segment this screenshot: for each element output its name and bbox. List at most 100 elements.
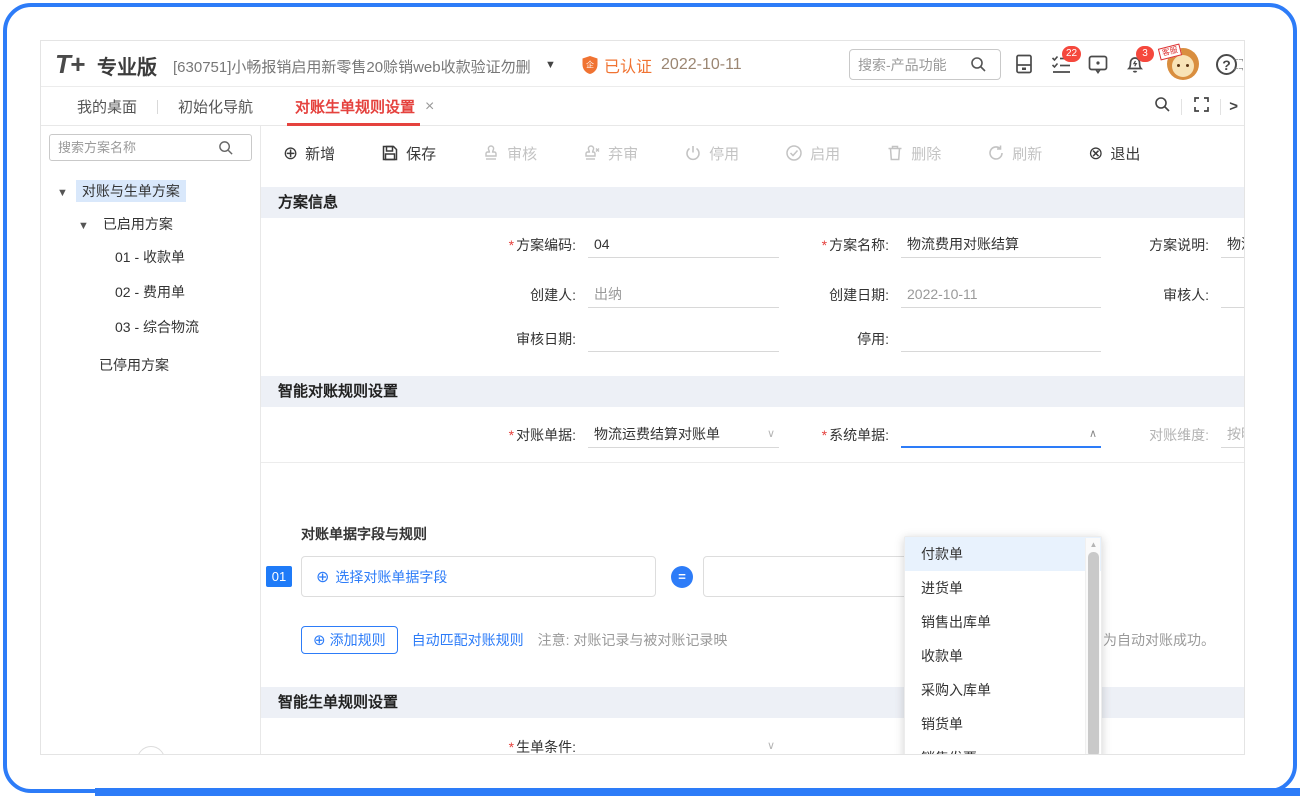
- sidebar-collapse-button[interactable]: [137, 746, 165, 755]
- refresh-icon: [987, 144, 1005, 162]
- field-label: 停用:: [769, 326, 889, 352]
- notification-bell-icon[interactable]: 3: [1124, 53, 1146, 75]
- caret-down-icon[interactable]: ▼: [78, 220, 89, 232]
- message-icon[interactable]: [1087, 53, 1109, 75]
- add-rule-row: ⊕添加规则 自动匹配对账规则 注意: 对账记录与被对账记录映: [301, 626, 727, 654]
- stamp-x-icon: [583, 144, 601, 162]
- section-recon-rules-title: 智能对账规则设置: [261, 376, 1245, 407]
- equals-operator-icon[interactable]: =: [671, 566, 693, 588]
- main-content: ⊕新增 保存 审核 弃审 停用 启用 删: [261, 126, 1245, 755]
- dropdown-option[interactable]: 进货单: [905, 571, 1101, 605]
- save-button[interactable]: 保存: [381, 143, 436, 164]
- tab-close-icon[interactable]: ×: [425, 98, 434, 116]
- cert-date: 2022-10-11: [661, 56, 742, 74]
- tree-label[interactable]: 对账与生单方案: [76, 180, 186, 202]
- field-label: 对账单据:: [466, 422, 576, 448]
- search-icon[interactable]: [970, 56, 987, 73]
- add-button[interactable]: ⊕新增: [283, 143, 335, 164]
- dropdown-option[interactable]: 付款单: [905, 537, 1101, 571]
- product-search-box[interactable]: [849, 49, 1001, 80]
- dropdown-option[interactable]: 销售出库单: [905, 605, 1101, 639]
- pick-field-link[interactable]: ⊕选择对账单据字段: [316, 567, 447, 587]
- tree-node-enabled-plans[interactable]: ▼ 已启用方案: [78, 211, 179, 237]
- field-label: 方案编码:: [466, 232, 576, 258]
- todo-count-badge: 22: [1062, 46, 1081, 62]
- mascot-eye: [1186, 64, 1189, 67]
- creator-field: 出纳: [588, 282, 779, 308]
- plan-search-input[interactable]: [58, 140, 218, 155]
- disable-button[interactable]: 停用: [684, 143, 739, 164]
- add-rule-button[interactable]: ⊕添加规则: [301, 626, 398, 654]
- dropdown-option[interactable]: 收款单: [905, 639, 1101, 673]
- tree-label[interactable]: 已停用方案: [93, 354, 175, 376]
- dropdown-scrollbar[interactable]: ▲ ▼: [1085, 538, 1100, 755]
- unaudit-button[interactable]: 弃审: [583, 143, 638, 164]
- tab-search-icon[interactable]: [1151, 96, 1173, 118]
- cert-status: 已认证: [604, 53, 652, 77]
- tree-label[interactable]: 03 - 综合物流: [109, 316, 205, 338]
- gen-condition-select[interactable]: ∨: [588, 734, 779, 755]
- recon-doc-select[interactable]: 物流运费结算对账单∨: [588, 422, 779, 448]
- field-label: 审核人:: [1089, 282, 1209, 308]
- tab-bar: 我的桌面 初始化导航 对账生单规则设置 × >: [41, 87, 1244, 126]
- create-date-field: 2022-10-11: [901, 282, 1101, 308]
- enable-button[interactable]: 启用: [785, 143, 840, 164]
- trash-icon: [886, 144, 904, 162]
- dropdown-option[interactable]: 销货单: [905, 707, 1101, 741]
- system-doc-select[interactable]: ∧: [901, 422, 1101, 448]
- recon-field-picker[interactable]: ⊕选择对账单据字段: [301, 556, 656, 597]
- dropdown-option[interactable]: 销售发票: [905, 741, 1101, 755]
- workbench-icon[interactable]: [1013, 53, 1035, 75]
- rule-note-right: 为自动对账成功。: [1103, 630, 1215, 650]
- x-circle-icon: ⊗: [1088, 144, 1103, 162]
- tab-recon-rule-settings[interactable]: 对账生单规则设置 ×: [287, 87, 442, 126]
- todo-list-icon[interactable]: 22: [1050, 53, 1072, 75]
- tab-separator: [157, 100, 158, 114]
- mascot-eye: [1177, 64, 1180, 67]
- support-mascot[interactable]: 客服: [1161, 46, 1201, 82]
- dropdown-option[interactable]: 采购入库单: [905, 673, 1101, 707]
- tree-node-plan-02[interactable]: 02 - 费用单: [109, 279, 191, 305]
- recon-dim-select[interactable]: 按明细∨: [1221, 422, 1245, 448]
- chevron-down-icon[interactable]: ∨: [767, 734, 775, 755]
- auto-match-link[interactable]: 自动匹配对账规则: [412, 630, 524, 650]
- fullscreen-icon[interactable]: [1190, 96, 1212, 118]
- field-label: 对账维度:: [1089, 422, 1209, 448]
- plan-code-input[interactable]: 04: [588, 232, 779, 258]
- tree-label[interactable]: 02 - 费用单: [109, 281, 191, 303]
- plus-circle-icon: ⊕: [283, 144, 298, 162]
- exit-button[interactable]: ⊗退出: [1088, 143, 1140, 164]
- recon-fields-subtitle: 对账单据字段与规则: [301, 524, 427, 544]
- plan-name-input[interactable]: 物流费用对账结算: [901, 232, 1101, 258]
- product-search-input[interactable]: [858, 57, 970, 73]
- caret-down-icon[interactable]: ▼: [57, 187, 68, 199]
- tab-my-desktop[interactable]: 我的桌面: [71, 96, 143, 117]
- system-doc-dropdown: 付款单 进货单 销售出库单 收款单 采购入库单 销货单 销售发票 采购发票 ▲ …: [904, 536, 1102, 755]
- tree-node-root[interactable]: ▼ 对账与生单方案: [57, 178, 186, 204]
- app-header: T+ 专业版 [630751]小畅报销启用新零售20赊销web收款验证勿删 ▼ …: [41, 41, 1244, 87]
- audit-button[interactable]: 审核: [482, 143, 537, 164]
- scroll-up-icon[interactable]: ▲: [1086, 540, 1101, 549]
- check-circle-icon: [785, 144, 803, 162]
- scrollbar-thumb[interactable]: [1088, 552, 1099, 755]
- tree-label[interactable]: 01 - 收款单: [109, 246, 191, 268]
- search-icon[interactable]: [218, 140, 234, 156]
- tree-node-plan-01[interactable]: 01 - 收款单: [109, 244, 191, 270]
- tree-node-plan-03[interactable]: 03 - 综合物流: [109, 314, 205, 340]
- chevron-right-icon[interactable]: >: [1229, 98, 1238, 115]
- save-icon: [381, 144, 399, 162]
- delete-button[interactable]: 删除: [886, 143, 941, 164]
- plan-sidebar: ▼ 对账与生单方案 ▼ 已启用方案 01 - 收款单 02 - 费用单 03 - 综…: [41, 126, 261, 755]
- account-switcher[interactable]: [630751]小畅报销启用新零售20赊销web收款验证勿删: [173, 56, 531, 77]
- tree-label[interactable]: 已启用方案: [97, 213, 179, 235]
- plan-search-box[interactable]: [49, 134, 252, 161]
- plan-desc-input[interactable]: 物流费对账后生成费用单: [1221, 232, 1245, 258]
- refresh-button[interactable]: 刷新: [987, 143, 1042, 164]
- notice-count-badge: 3: [1136, 46, 1154, 62]
- chevron-down-icon[interactable]: ▼: [545, 59, 556, 71]
- plus-circle-icon: ⊕: [316, 567, 329, 587]
- tab-init-nav[interactable]: 初始化导航: [172, 96, 259, 117]
- page: T+ 专业版 [630751]小畅报销启用新零售20赊销web收款验证勿删 ▼ …: [0, 0, 1300, 796]
- divider: [261, 462, 1245, 463]
- tree-node-disabled-plans[interactable]: 已停用方案: [93, 352, 175, 378]
